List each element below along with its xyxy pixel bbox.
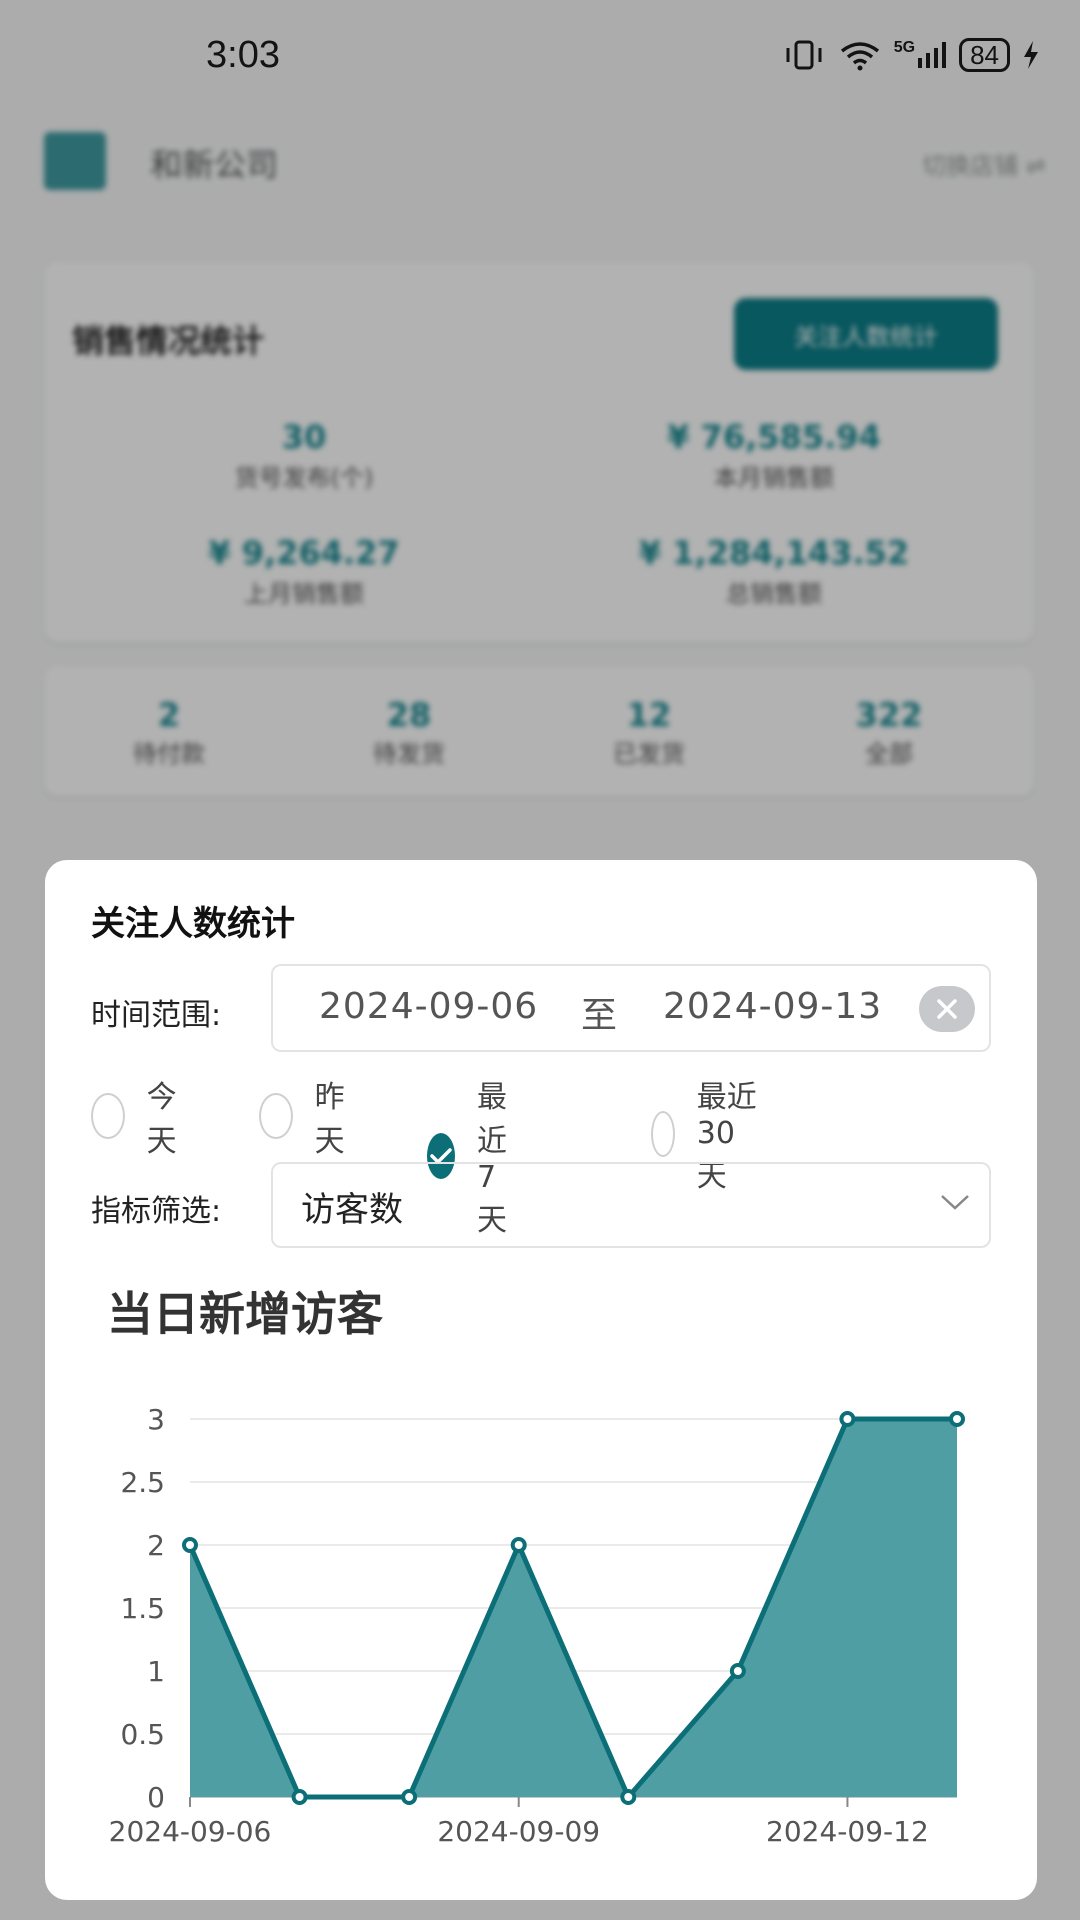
y-tick-label: 1 <box>147 1655 165 1688</box>
follower-stats-modal: 关注人数统计 时间范围: 2024-09-06 至 2024-09-13 今天 … <box>45 860 1037 1900</box>
visitor-area-chart: 0 0.5 1 1.5 2 2.5 3 2024-09-06 2024-09-09 2024-09… <box>109 1403 965 1848</box>
y-tick-label: 3 <box>147 1403 165 1436</box>
data-point <box>510 1537 527 1553</box>
data-point <box>291 1789 308 1805</box>
data-point <box>401 1789 418 1805</box>
data-point <box>839 1411 856 1427</box>
y-tick-label: 0.5 <box>120 1718 165 1751</box>
data-point <box>949 1411 965 1427</box>
y-tick-label: 2 <box>147 1529 165 1562</box>
x-tick-label: 2024-09-12 <box>766 1815 929 1848</box>
y-tick-label: 0 <box>147 1781 165 1814</box>
y-tick-label: 2.5 <box>120 1466 165 1499</box>
data-point <box>182 1537 198 1553</box>
data-point <box>620 1789 637 1805</box>
data-point <box>729 1663 746 1679</box>
x-tick-label: 2024-09-09 <box>437 1815 600 1848</box>
x-tick-label: 2024-09-06 <box>109 1815 272 1848</box>
y-tick-label: 1.5 <box>120 1592 165 1625</box>
